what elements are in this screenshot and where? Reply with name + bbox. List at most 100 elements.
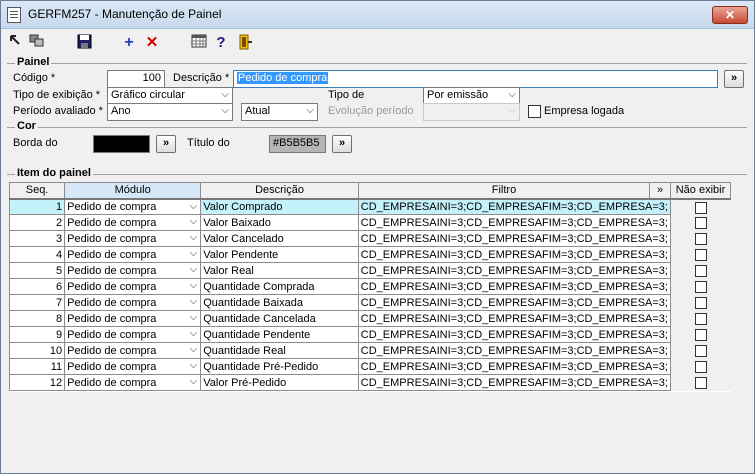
seq-cell[interactable]: 11 bbox=[8, 358, 66, 375]
modulo-cell[interactable]: Pedido de compra ⌵ bbox=[64, 294, 202, 311]
table-row[interactable]: 2 Pedido de compra ⌵ Valor Baixado CD_EMPRES… bbox=[8, 214, 731, 231]
delete-icon[interactable]: ✕ bbox=[143, 34, 161, 52]
modulo-cell[interactable]: Pedido de compra ⌵ bbox=[64, 262, 202, 279]
nao-exibir-checkbox[interactable] bbox=[694, 265, 707, 277]
filtro-cell[interactable]: CD_EMPRESAINI=3;CD_EMPRESAFIM=3;CD_EMPRE… bbox=[357, 246, 671, 263]
column-header-descricao[interactable]: Descrição bbox=[200, 182, 359, 200]
chevron-down-icon[interactable]: ⌵ bbox=[190, 376, 198, 387]
seq-cell[interactable]: 6 bbox=[8, 278, 66, 295]
expand-icon[interactable] bbox=[7, 34, 25, 52]
seq-cell[interactable]: 2 bbox=[8, 214, 66, 231]
chevron-down-icon[interactable]: ⌵ bbox=[190, 312, 198, 323]
table-row[interactable]: 4 Pedido de compra ⌵ Valor Pendente CD_EMPRE… bbox=[8, 246, 731, 263]
windows-icon[interactable] bbox=[28, 34, 46, 52]
filtro-cell[interactable]: CD_EMPRESAINI=3;CD_EMPRESAFIM=3;CD_EMPRE… bbox=[357, 214, 671, 231]
filtro-cell[interactable]: CD_EMPRESAINI=3;CD_EMPRESAFIM=3;CD_EMPRE… bbox=[357, 230, 671, 247]
column-header-more-button[interactable]: » bbox=[649, 182, 671, 200]
column-header-filtro[interactable]: Filtro bbox=[357, 182, 651, 200]
chevron-down-icon[interactable]: ⌵ bbox=[190, 216, 198, 227]
add-icon[interactable]: + bbox=[120, 34, 138, 52]
descricao-cell[interactable]: Valor Comprado bbox=[200, 198, 359, 215]
chevron-down-icon[interactable]: ⌵ bbox=[190, 232, 198, 243]
nao-exibir-checkbox[interactable] bbox=[694, 217, 707, 229]
chevron-down-icon[interactable]: ⌵ bbox=[190, 248, 198, 259]
seq-cell[interactable]: 7 bbox=[8, 294, 66, 311]
exit-icon[interactable] bbox=[236, 34, 254, 52]
descricao-cell[interactable]: Quantidade Real bbox=[200, 342, 359, 359]
nao-exibir-checkbox[interactable] bbox=[694, 201, 707, 214]
filtro-cell[interactable]: CD_EMPRESAINI=3;CD_EMPRESAFIM=3;CD_EMPRE… bbox=[357, 278, 671, 295]
nao-exibir-checkbox[interactable] bbox=[694, 313, 707, 325]
modulo-cell[interactable]: Pedido de compra ⌵ bbox=[64, 358, 202, 375]
descricao-field[interactable]: Pedido de compra bbox=[233, 70, 718, 88]
seq-cell[interactable]: 1 bbox=[8, 198, 66, 215]
chevron-down-icon[interactable]: ⌵ bbox=[190, 296, 198, 307]
nao-exibir-checkbox[interactable] bbox=[694, 329, 707, 341]
nao-exibir-checkbox[interactable] bbox=[694, 297, 707, 309]
descricao-cell[interactable]: Valor Pré-Pedido bbox=[200, 374, 359, 391]
descricao-cell[interactable]: Quantidade Pré-Pedido bbox=[200, 358, 359, 375]
filtro-cell[interactable]: CD_EMPRESAINI=3;CD_EMPRESAFIM=3;CD_EMPRE… bbox=[357, 342, 671, 359]
modulo-cell[interactable]: Pedido de compra ⌵ bbox=[64, 198, 202, 215]
empresa-logada-checkbox[interactable] bbox=[528, 105, 541, 118]
nao-exibir-checkbox[interactable] bbox=[694, 345, 707, 357]
table-row[interactable]: 7 Pedido de compra ⌵ Quantidade Baixada CD_E… bbox=[8, 294, 731, 311]
filtro-cell[interactable]: CD_EMPRESAINI=3;CD_EMPRESAFIM=3;CD_EMPRE… bbox=[357, 374, 671, 391]
table-row[interactable]: 11 Pedido de compra ⌵ Quantidade Pré-Pedido… bbox=[8, 358, 731, 375]
atual-select[interactable]: Atual ⌵ bbox=[241, 103, 318, 121]
periodo-select[interactable]: Ano ⌵ bbox=[107, 103, 233, 121]
modulo-cell[interactable]: Pedido de compra ⌵ bbox=[64, 230, 202, 247]
descricao-cell[interactable]: Valor Real bbox=[200, 262, 359, 279]
descricao-cell[interactable]: Valor Pendente bbox=[200, 246, 359, 263]
modulo-cell[interactable]: Pedido de compra ⌵ bbox=[64, 310, 202, 327]
titulo-color-button[interactable]: » bbox=[332, 135, 352, 153]
filtro-cell[interactable]: CD_EMPRESAINI=3;CD_EMPRESAFIM=3;CD_EMPRE… bbox=[357, 262, 671, 279]
save-icon[interactable] bbox=[75, 34, 93, 52]
descricao-cell[interactable]: Quantidade Comprada bbox=[200, 278, 359, 295]
seq-cell[interactable]: 10 bbox=[8, 342, 66, 359]
close-button[interactable]: ✕ bbox=[712, 6, 748, 24]
table-row[interactable]: 1 Pedido de compra ⌵ Valor Comprado CD_EMPRE… bbox=[8, 198, 731, 215]
help-icon[interactable]: ? bbox=[212, 34, 230, 52]
seq-cell[interactable]: 9 bbox=[8, 326, 66, 343]
seq-cell[interactable]: 5 bbox=[8, 262, 66, 279]
chevron-down-icon[interactable]: ⌵ bbox=[190, 328, 198, 339]
filtro-cell[interactable]: CD_EMPRESAINI=3;CD_EMPRESAFIM=3;CD_EMPRE… bbox=[357, 198, 671, 215]
modulo-cell[interactable]: Pedido de compra ⌵ bbox=[64, 278, 202, 295]
column-header-modulo[interactable]: Módulo bbox=[64, 182, 202, 200]
filtro-cell[interactable]: CD_EMPRESAINI=3;CD_EMPRESAFIM=3;CD_EMPRE… bbox=[357, 294, 671, 311]
nao-exibir-checkbox[interactable] bbox=[694, 233, 707, 245]
table-row[interactable]: 10 Pedido de compra ⌵ Quantidade Real CD_EMP… bbox=[8, 342, 731, 359]
seq-cell[interactable]: 4 bbox=[8, 246, 66, 263]
table-row[interactable]: 12 Pedido de compra ⌵ Valor Pré-Pedido CD_EM… bbox=[8, 374, 731, 391]
nao-exibir-checkbox[interactable] bbox=[694, 281, 707, 293]
table-row[interactable]: 8 Pedido de compra ⌵ Quantidade Cancelada CD… bbox=[8, 310, 731, 327]
seq-cell[interactable]: 8 bbox=[8, 310, 66, 327]
table-row[interactable]: 6 Pedido de compra ⌵ Quantidade Comprada CD_… bbox=[8, 278, 731, 295]
descricao-cell[interactable]: Quantidade Pendente bbox=[200, 326, 359, 343]
nao-exibir-checkbox[interactable] bbox=[694, 377, 707, 389]
nao-exibir-checkbox[interactable] bbox=[694, 361, 707, 373]
filtro-cell[interactable]: CD_EMPRESAINI=3;CD_EMPRESAFIM=3;CD_EMPRE… bbox=[357, 326, 671, 343]
modulo-cell[interactable]: Pedido de compra ⌵ bbox=[64, 246, 202, 263]
seq-cell[interactable]: 12 bbox=[8, 374, 66, 391]
descricao-cell[interactable]: Quantidade Baixada bbox=[200, 294, 359, 311]
descricao-cell[interactable]: Valor Baixado bbox=[200, 214, 359, 231]
borda-color-button[interactable]: » bbox=[156, 135, 176, 153]
titulo-color-swatch[interactable]: #B5B5B5 bbox=[269, 135, 326, 153]
column-header-seq[interactable]: Seq. bbox=[8, 182, 66, 200]
modulo-cell[interactable]: Pedido de compra ⌵ bbox=[64, 214, 202, 231]
chevron-down-icon[interactable]: ⌵ bbox=[190, 360, 198, 371]
filtro-cell[interactable]: CD_EMPRESAINI=3;CD_EMPRESAFIM=3;CD_EMPRE… bbox=[357, 358, 671, 375]
seq-cell[interactable]: 3 bbox=[8, 230, 66, 247]
nao-exibir-checkbox[interactable] bbox=[694, 249, 707, 261]
descricao-cell[interactable]: Valor Cancelado bbox=[200, 230, 359, 247]
calendar-icon[interactable] bbox=[190, 34, 208, 52]
chevron-down-icon[interactable]: ⌵ bbox=[190, 201, 198, 212]
borda-color-swatch[interactable] bbox=[93, 135, 150, 153]
descricao-cell[interactable]: Quantidade Cancelada bbox=[200, 310, 359, 327]
codigo-field[interactable]: 100 bbox=[107, 70, 165, 88]
chevron-down-icon[interactable]: ⌵ bbox=[190, 280, 198, 291]
chevron-down-icon[interactable]: ⌵ bbox=[190, 264, 198, 275]
descricao-lookup-button[interactable]: » bbox=[724, 70, 744, 88]
